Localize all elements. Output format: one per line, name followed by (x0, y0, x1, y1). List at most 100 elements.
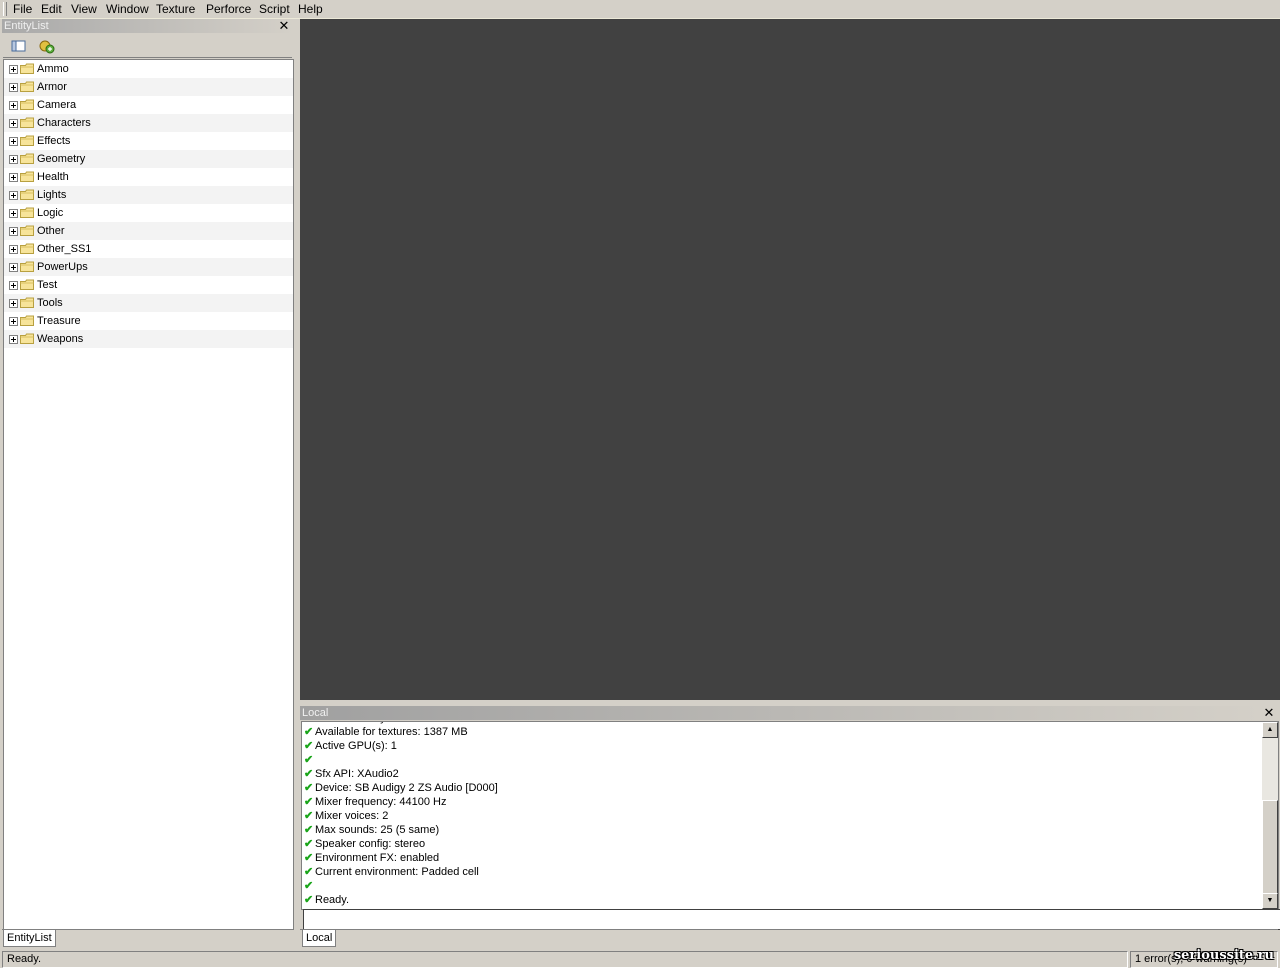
folder-icon (20, 153, 34, 164)
log-line: ✔ Max sounds: 25 (5 same) (304, 823, 439, 837)
tab-local[interactable]: Local (302, 930, 337, 947)
expand-icon[interactable] (9, 119, 18, 128)
watermark: serioussite.ru (1173, 948, 1274, 963)
tree-item-label: Armor (37, 81, 67, 93)
tree-item[interactable]: Lights (4, 186, 293, 204)
log-line: ✔ Mixer frequency: 44100 Hz (304, 795, 446, 809)
log-line: ✔ Available for textures: 1387 MB (304, 725, 468, 739)
tree-item[interactable]: Characters (4, 114, 293, 132)
scroll-thumb[interactable] (1262, 800, 1278, 894)
tree-item[interactable]: Geometry (4, 150, 293, 168)
menu-perforce[interactable]: Perforce (205, 2, 252, 16)
log-line: ✔ (304, 753, 315, 767)
expand-icon[interactable] (9, 191, 18, 200)
status-bar: Ready. 1 error(s), 0 warning(s) seriouss… (0, 948, 1280, 968)
folder-icon (20, 135, 34, 146)
tree-item-label: Lights (37, 189, 67, 201)
expand-icon[interactable] (9, 83, 18, 92)
tree-item-label: Weapons (37, 333, 84, 345)
menu-view[interactable]: View (70, 2, 98, 16)
tree-item-label: PowerUps (37, 261, 88, 273)
log-text: Sfx API: XAudio2 (315, 768, 399, 780)
expand-icon[interactable] (9, 101, 18, 110)
check-icon: ✔ (304, 894, 314, 906)
expand-icon[interactable] (9, 281, 18, 290)
log-scrollbar[interactable]: ▲ ▼ (1262, 722, 1278, 909)
expand-icon[interactable] (9, 209, 18, 218)
log-line: ✔ Mixer voices: 2 (304, 809, 388, 823)
log-line: ✔ Device: SB Audigy 2 ZS Audio [D000] (304, 781, 498, 795)
log-title: Local (300, 706, 1264, 720)
menu-file[interactable]: File (12, 2, 33, 16)
expand-icon[interactable] (9, 155, 18, 164)
entity-tabstrip: EntityList (2, 929, 292, 948)
tree-item[interactable]: Other (4, 222, 293, 240)
viewport[interactable] (300, 19, 1280, 700)
folder-icon (20, 99, 34, 110)
check-icon: ✔ (304, 740, 314, 752)
menu-bar: File Edit View Window Texture Perforce S… (0, 0, 1280, 19)
check-icon: ✔ (304, 796, 314, 808)
tree-item-label: Ammo (37, 63, 69, 75)
folder-icon (20, 333, 34, 344)
expand-icon[interactable] (9, 317, 18, 326)
menu-window[interactable]: Window (105, 2, 150, 16)
entity-list-title: EntityList (2, 19, 294, 33)
tree-item[interactable]: Health (4, 168, 293, 186)
log-line: ✔ Environment FX: enabled (304, 851, 439, 865)
tab-entitylist[interactable]: EntityList (3, 930, 56, 947)
close-icon[interactable]: ✕ (277, 19, 291, 33)
tree-item[interactable]: Test (4, 276, 293, 294)
menu-edit[interactable]: Edit (40, 2, 63, 16)
check-icon: ✔ (304, 824, 314, 836)
expand-icon[interactable] (9, 137, 18, 146)
log-tabstrip: Local (300, 929, 1278, 948)
scroll-up-icon[interactable]: ▲ (1262, 722, 1278, 738)
folder-icon (20, 315, 34, 326)
tree-item[interactable]: Weapons (4, 330, 293, 348)
menu-script[interactable]: Script (258, 2, 291, 16)
command-input[interactable] (303, 909, 1280, 930)
folder-icon (20, 207, 34, 218)
check-icon: ✔ (304, 852, 314, 864)
expand-icon[interactable] (9, 299, 18, 308)
tree-item[interactable]: PowerUps (4, 258, 293, 276)
entity-list-panel: EntityList ✕ Ammo Armor Camera Characters Ef… (2, 19, 294, 948)
scroll-down-icon[interactable]: ▼ (1262, 893, 1278, 909)
tree-item[interactable]: Logic (4, 204, 293, 222)
tree-item-label: Characters (37, 117, 91, 129)
tree-item-label: Geometry (37, 153, 86, 165)
tree-item[interactable]: Camera (4, 96, 293, 114)
tree-item-label: Camera (37, 99, 77, 111)
tree-item-label: Treasure (37, 315, 81, 327)
tree-item[interactable]: Ammo (4, 60, 293, 78)
log-text: Speaker config: stereo (315, 838, 426, 850)
tree-item[interactable]: Effects (4, 132, 293, 150)
folder-icon (20, 171, 34, 182)
check-icon: ✔ (304, 754, 314, 766)
add-entity-icon[interactable] (37, 37, 57, 55)
tree-item[interactable]: Treasure (4, 312, 293, 330)
log-line: ✔ Active GPU(s): 1 (304, 739, 397, 753)
expand-icon[interactable] (9, 227, 18, 236)
log-line: ✔ Ready. (304, 893, 349, 907)
log-text: Environment FX: enabled (315, 852, 440, 864)
expand-icon[interactable] (9, 335, 18, 344)
tree-item[interactable]: Other_SS1 (4, 240, 293, 258)
expand-icon[interactable] (9, 245, 18, 254)
log-text: Device: SB Audigy 2 ZS Audio [D000] (315, 782, 498, 794)
entity-tree: Ammo Armor Camera Characters Effects Geometry… (3, 59, 294, 930)
menu-help[interactable]: Help (297, 2, 324, 16)
check-icon: ✔ (304, 726, 314, 738)
tree-item[interactable]: Armor (4, 78, 293, 96)
menu-grip[interactable] (3, 2, 7, 16)
expand-icon[interactable] (9, 263, 18, 272)
expand-icon[interactable] (9, 65, 18, 74)
panel-view-icon[interactable] (9, 37, 29, 55)
check-icon: ✔ (304, 880, 314, 892)
tree-item[interactable]: Tools (4, 294, 293, 312)
log-line: ✔ (304, 879, 315, 893)
close-icon[interactable]: ✕ (1262, 706, 1276, 720)
expand-icon[interactable] (9, 173, 18, 182)
menu-texture[interactable]: Texture (155, 2, 196, 16)
